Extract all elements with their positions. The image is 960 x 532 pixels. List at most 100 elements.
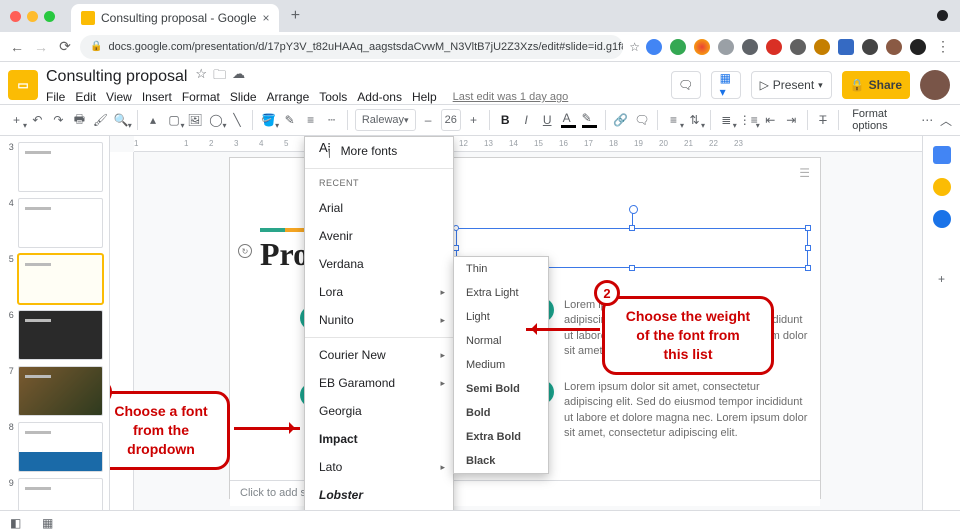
last-edit-link[interactable]: Last edit was 1 day ago	[453, 91, 569, 103]
extension-icon[interactable]	[862, 39, 878, 55]
border-weight-button[interactable]: ≡	[302, 108, 319, 132]
slide-thumbnail[interactable]	[18, 422, 103, 472]
italic-button[interactable]: I	[518, 108, 535, 132]
font-item-lato[interactable]: Lato▸	[305, 453, 453, 481]
new-slide-button[interactable]: +	[8, 108, 25, 132]
url-input[interactable]: 🔒 docs.google.com/presentation/d/17pY3V_…	[80, 35, 623, 59]
font-size-increase[interactable]: +	[465, 108, 482, 132]
resize-handle[interactable]	[805, 245, 811, 251]
keep-addon-icon[interactable]	[933, 178, 951, 196]
weight-item-thin[interactable]: Thin	[454, 257, 548, 281]
clear-formatting-button[interactable]: T	[814, 108, 831, 132]
extension-icon[interactable]	[646, 39, 662, 55]
resize-handle[interactable]	[629, 225, 635, 231]
font-item-nunito[interactable]: Nunito▸	[305, 306, 453, 334]
select-tool-button[interactable]: ▴	[145, 108, 162, 132]
extension-icon[interactable]	[718, 39, 734, 55]
collapse-toolbar-icon[interactable]: ︿	[940, 112, 952, 129]
bookmark-star-icon[interactable]: ☆	[629, 40, 640, 54]
nav-back-icon[interactable]: ←	[8, 38, 26, 56]
weight-item-extra-bold[interactable]: Extra Bold	[454, 425, 548, 449]
font-dropdown-menu[interactable]: A༐ More fonts RECENT ArialAvenirVerdanaL…	[304, 136, 454, 510]
profile-indicator-icon[interactable]	[937, 10, 948, 21]
rotation-handle[interactable]	[632, 211, 633, 225]
more-tools-button[interactable]: ⋯	[919, 108, 936, 132]
font-size-decrease[interactable]: –	[420, 108, 437, 132]
explore-icon[interactable]: ◧	[10, 516, 26, 528]
extension-icon[interactable]	[766, 39, 782, 55]
font-item-impact[interactable]: Impact	[305, 425, 453, 453]
resize-handle[interactable]	[805, 225, 811, 231]
share-button[interactable]: 🔒Share	[842, 71, 910, 99]
bulleted-list-button[interactable]: ⋮≡	[739, 108, 758, 132]
weight-item-black[interactable]: Black	[454, 449, 548, 473]
extension-icon[interactable]	[886, 39, 902, 55]
align-button[interactable]: ≡	[665, 108, 682, 132]
calendar-addon-icon[interactable]	[933, 146, 951, 164]
font-item-lora[interactable]: Lora▸	[305, 509, 453, 510]
slide-menu-icon[interactable]: ☰	[799, 166, 810, 180]
slide-thumbnail[interactable]	[18, 142, 103, 192]
menu-edit[interactable]: Edit	[75, 90, 96, 104]
slide-thumbnail[interactable]	[18, 366, 103, 416]
resize-handle[interactable]	[805, 265, 811, 271]
slideshow-dropdown-button[interactable]: ▦ ▾	[711, 71, 741, 99]
font-item-lobster[interactable]: Lobster	[305, 481, 453, 509]
weight-item-semi-bold[interactable]: Semi Bold	[454, 377, 548, 401]
extension-icon[interactable]	[790, 39, 806, 55]
menu-format[interactable]: Format	[182, 90, 220, 104]
extension-icon[interactable]	[838, 39, 854, 55]
rotate-handle-icon[interactable]: ↻	[238, 244, 252, 258]
nav-forward-icon[interactable]: →	[32, 38, 50, 56]
slide-thumbnail[interactable]	[18, 198, 103, 248]
font-item-verdana[interactable]: Verdana	[305, 250, 453, 278]
window-minimize-icon[interactable]	[27, 11, 38, 22]
star-icon[interactable]: ☆	[195, 66, 207, 88]
paint-format-button[interactable]: 🖌	[92, 108, 109, 132]
move-icon[interactable]: 🗀	[213, 66, 226, 88]
doc-title[interactable]: Consulting proposal	[46, 68, 187, 86]
textbox-button[interactable]: ▢	[166, 108, 183, 132]
window-close-icon[interactable]	[10, 11, 21, 22]
image-button[interactable]: 🖼	[187, 108, 204, 132]
extension-icon[interactable]	[742, 39, 758, 55]
font-size-input[interactable]: 26	[441, 109, 462, 131]
underline-button[interactable]: U	[539, 108, 556, 132]
slide-thumbnail-panel[interactable]: 3456789	[0, 136, 110, 510]
print-button[interactable]: 🖶	[71, 108, 88, 132]
insert-link-button[interactable]: 🔗	[612, 108, 629, 132]
menu-slide[interactable]: Slide	[230, 90, 257, 104]
numbered-list-button[interactable]: ≣	[718, 108, 735, 132]
tasks-addon-icon[interactable]	[933, 210, 951, 228]
menu-file[interactable]: File	[46, 90, 65, 104]
tab-close-icon[interactable]: ×	[262, 11, 269, 25]
border-color-button[interactable]: ✎	[281, 108, 298, 132]
line-spacing-button[interactable]: ⇅	[686, 108, 703, 132]
menu-tools[interactable]: Tools	[319, 90, 347, 104]
extension-icon[interactable]	[910, 39, 926, 55]
slide-thumbnail[interactable]	[18, 310, 103, 360]
redo-button[interactable]: ↷	[50, 108, 67, 132]
font-item-georgia[interactable]: Georgia	[305, 397, 453, 425]
weight-item-bold[interactable]: Bold	[454, 401, 548, 425]
insert-comment-button[interactable]: 🗨	[633, 108, 650, 132]
bold-button[interactable]: B	[497, 108, 514, 132]
font-item-arial[interactable]: Arial	[305, 194, 453, 222]
menu-insert[interactable]: Insert	[142, 90, 172, 104]
grid-view-icon[interactable]: ▦	[42, 516, 58, 528]
indent-increase-button[interactable]: ⇥	[783, 108, 800, 132]
cloud-status-icon[interactable]: ☁	[232, 66, 245, 88]
extension-icon[interactable]	[694, 39, 710, 55]
bullet-point-4[interactable]: 4 Lorem ipsum dolor sit amet, consectetu…	[530, 380, 810, 442]
line-button[interactable]: ╲	[228, 108, 245, 132]
fill-color-button[interactable]: 🪣	[260, 108, 277, 132]
account-avatar[interactable]	[920, 70, 950, 100]
window-maximize-icon[interactable]	[44, 11, 55, 22]
more-fonts-item[interactable]: A༐ More fonts	[305, 137, 453, 165]
menu-add-ons[interactable]: Add-ons	[357, 90, 402, 104]
indent-decrease-button[interactable]: ⇤	[762, 108, 779, 132]
menu-help[interactable]: Help	[412, 90, 437, 104]
menu-arrange[interactable]: Arrange	[267, 90, 310, 104]
font-select[interactable]: Raleway ▾	[355, 109, 416, 131]
font-item-eb-garamond[interactable]: EB Garamond▸	[305, 369, 453, 397]
